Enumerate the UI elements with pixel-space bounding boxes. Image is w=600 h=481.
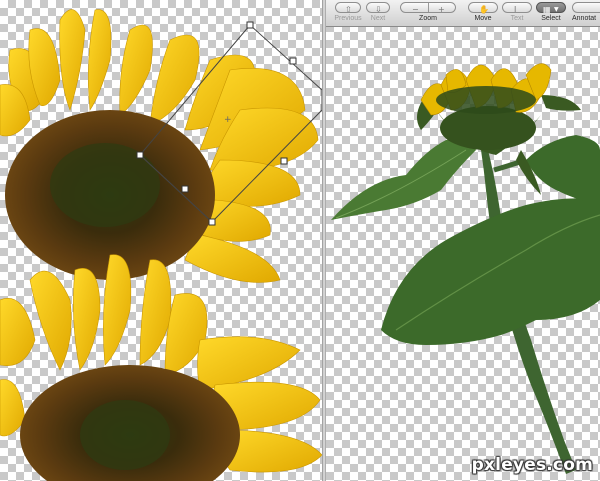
move-tool-button[interactable]: ✋ Move (466, 0, 500, 26)
text-button-shape: I (502, 2, 532, 14)
select-label: Select (541, 15, 561, 22)
right-canvas[interactable] (326, 0, 600, 481)
transform-handle[interactable] (289, 57, 297, 65)
transform-handle[interactable] (280, 157, 288, 165)
site-watermark: pxleyes.com (471, 455, 593, 475)
zoom-divider (428, 3, 429, 12)
annotate-tool-button[interactable]: Annotat (570, 0, 600, 26)
next-button-shape: ⇩ (366, 2, 390, 14)
previous-button[interactable]: ⇧ Previous (328, 0, 368, 26)
transform-handle[interactable] (208, 218, 216, 226)
viewer-window: + ⇧ Previous ⇩ Next − + Zoom ✋ Move I Te… (0, 0, 600, 481)
zoom-control[interactable]: − + Zoom (400, 0, 456, 26)
annotate-button-shape (572, 2, 600, 13)
transform-handle[interactable] (136, 151, 144, 159)
text-label: Text (510, 15, 524, 22)
sunflower-bud-image (331, 63, 600, 474)
text-tool-button[interactable]: I Text (500, 0, 534, 26)
select-button-shape: ▦ ▼ (536, 2, 566, 14)
previous-label: Previous (334, 15, 362, 22)
transform-handle[interactable] (246, 21, 254, 29)
zoom-label: Zoom (419, 15, 437, 22)
previous-button-shape: ⇧ (335, 2, 361, 14)
left-canvas[interactable]: + (0, 0, 322, 481)
move-label: Move (474, 15, 492, 22)
move-button-shape: ✋ (468, 2, 498, 14)
next-button[interactable]: ⇩ Next (364, 0, 392, 26)
select-tool-button[interactable]: ▦ ▼ Select (534, 0, 568, 26)
sunflower-heads-image: + (0, 9, 322, 481)
zoom-button-group: − + (400, 2, 456, 14)
annotate-label: Annotat (572, 15, 597, 22)
next-label: Next (370, 15, 386, 22)
transform-handle[interactable] (181, 185, 189, 193)
svg-text:+: + (224, 115, 232, 125)
viewer-toolbar: ⇧ Previous ⇩ Next − + Zoom ✋ Move I Text… (326, 0, 600, 27)
